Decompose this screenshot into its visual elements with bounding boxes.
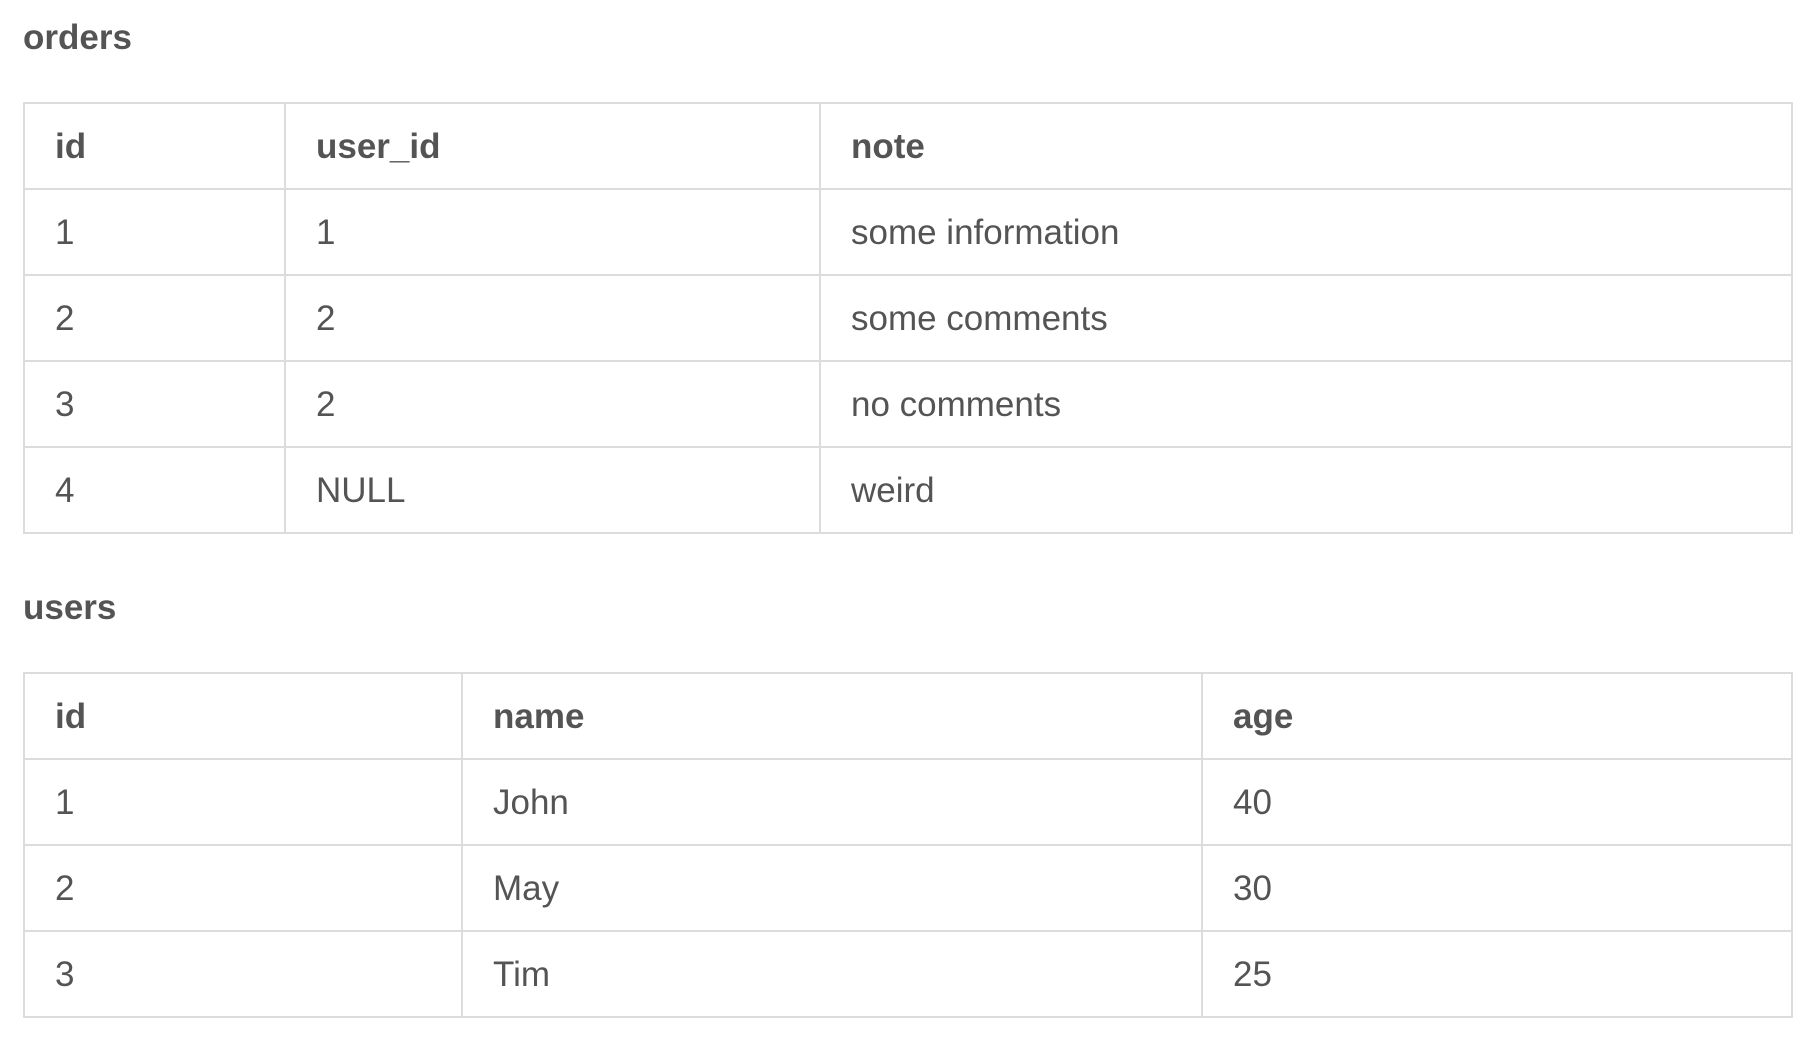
orders-header-row: id user_id note xyxy=(23,102,1793,190)
orders-cell-user-id: 1 xyxy=(284,188,821,276)
orders-cell-user-id: 2 xyxy=(284,274,821,362)
orders-header-user-id: user_id xyxy=(284,102,821,190)
table-row: 2 2 some comments xyxy=(23,274,1793,362)
users-header-age: age xyxy=(1201,672,1793,760)
table-row: 1 1 some information xyxy=(23,188,1793,276)
orders-table: id user_id note 1 1 some information 2 2… xyxy=(23,102,1793,534)
table-row: 2 May 30 xyxy=(23,844,1793,932)
orders-cell-id: 4 xyxy=(23,446,286,534)
table-row: 4 NULL weird xyxy=(23,446,1793,534)
orders-cell-id: 1 xyxy=(23,188,286,276)
users-header-row: id name age xyxy=(23,672,1793,760)
users-cell-id: 3 xyxy=(23,930,463,1018)
orders-cell-note: some comments xyxy=(819,274,1793,362)
orders-cell-user-id: NULL xyxy=(284,446,821,534)
users-cell-age: 25 xyxy=(1201,930,1793,1018)
orders-header-note: note xyxy=(819,102,1793,190)
table-row: 1 John 40 xyxy=(23,758,1793,846)
table-row: 3 Tim 25 xyxy=(23,930,1793,1018)
orders-table-title: orders xyxy=(23,18,132,57)
orders-cell-id: 3 xyxy=(23,360,286,448)
users-cell-age: 30 xyxy=(1201,844,1793,932)
orders-header-id: id xyxy=(23,102,286,190)
users-cell-age: 40 xyxy=(1201,758,1793,846)
users-cell-id: 2 xyxy=(23,844,463,932)
orders-cell-id: 2 xyxy=(23,274,286,362)
users-header-id: id xyxy=(23,672,463,760)
orders-cell-note: no comments xyxy=(819,360,1793,448)
users-cell-name: John xyxy=(461,758,1203,846)
users-table: id name age 1 John 40 2 May 30 3 Tim 25 xyxy=(23,672,1793,1018)
users-header-name: name xyxy=(461,672,1203,760)
users-cell-id: 1 xyxy=(23,758,463,846)
users-cell-name: May xyxy=(461,844,1203,932)
orders-cell-note: weird xyxy=(819,446,1793,534)
orders-cell-user-id: 2 xyxy=(284,360,821,448)
table-row: 3 2 no comments xyxy=(23,360,1793,448)
orders-cell-note: some information xyxy=(819,188,1793,276)
users-table-title: users xyxy=(23,588,117,627)
users-cell-name: Tim xyxy=(461,930,1203,1018)
